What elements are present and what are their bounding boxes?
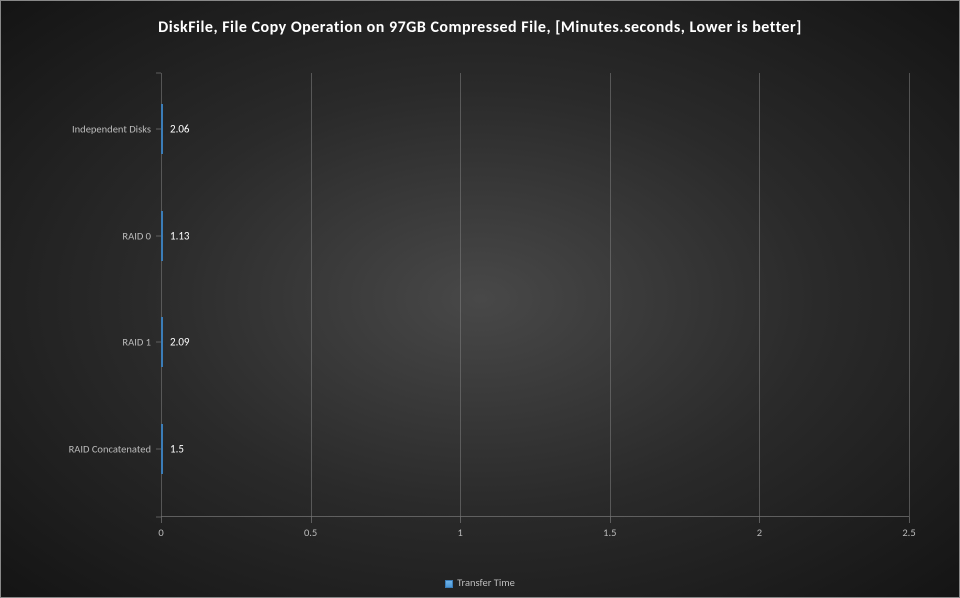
y-category-label: RAID 1 (122, 336, 151, 349)
bar-value-label: 1.5 (170, 442, 184, 455)
gridline (460, 73, 461, 517)
x-tick-label: 1 (458, 526, 463, 539)
bar: 2.06 (161, 104, 163, 154)
y-tick (156, 73, 161, 74)
x-tick (161, 517, 162, 523)
x-tick-label: 0 (158, 526, 163, 539)
y-category-label: RAID Concatenated (69, 442, 151, 455)
x-axis (161, 516, 909, 517)
chart-area: 0 0.5 1 1.5 2 2.5 Independent Disks 2.06… (41, 73, 919, 547)
legend: Transfer Time (1, 576, 959, 589)
gridline (909, 73, 910, 517)
x-tick (460, 517, 461, 523)
bar-value-label: 1.13 (170, 229, 190, 242)
gridline (311, 73, 312, 517)
legend-swatch (445, 580, 453, 588)
gridline (759, 73, 760, 517)
x-tick-label: 1.5 (603, 526, 616, 539)
plot-area: 0 0.5 1 1.5 2 2.5 Independent Disks 2.06… (161, 73, 909, 517)
bar: 1.5 (161, 424, 163, 474)
x-tick-label: 2.5 (902, 526, 915, 539)
y-category-label: RAID 0 (122, 229, 151, 242)
bar: 1.13 (161, 211, 163, 261)
chart-title: DiskFile, File Copy Operation on 97GB Co… (1, 1, 959, 45)
bar-value-label: 2.06 (170, 123, 190, 136)
gridline (610, 73, 611, 517)
x-tick (909, 517, 910, 523)
x-tick (759, 517, 760, 523)
x-tick (610, 517, 611, 523)
legend-label: Transfer Time (457, 576, 515, 589)
bar-value-label: 2.09 (170, 336, 190, 349)
y-category-label: Independent Disks (72, 123, 151, 136)
bar: 2.09 (161, 317, 163, 367)
y-tick (156, 517, 161, 518)
x-tick-label: 2 (757, 526, 762, 539)
x-tick (311, 517, 312, 523)
x-tick-label: 0.5 (304, 526, 317, 539)
